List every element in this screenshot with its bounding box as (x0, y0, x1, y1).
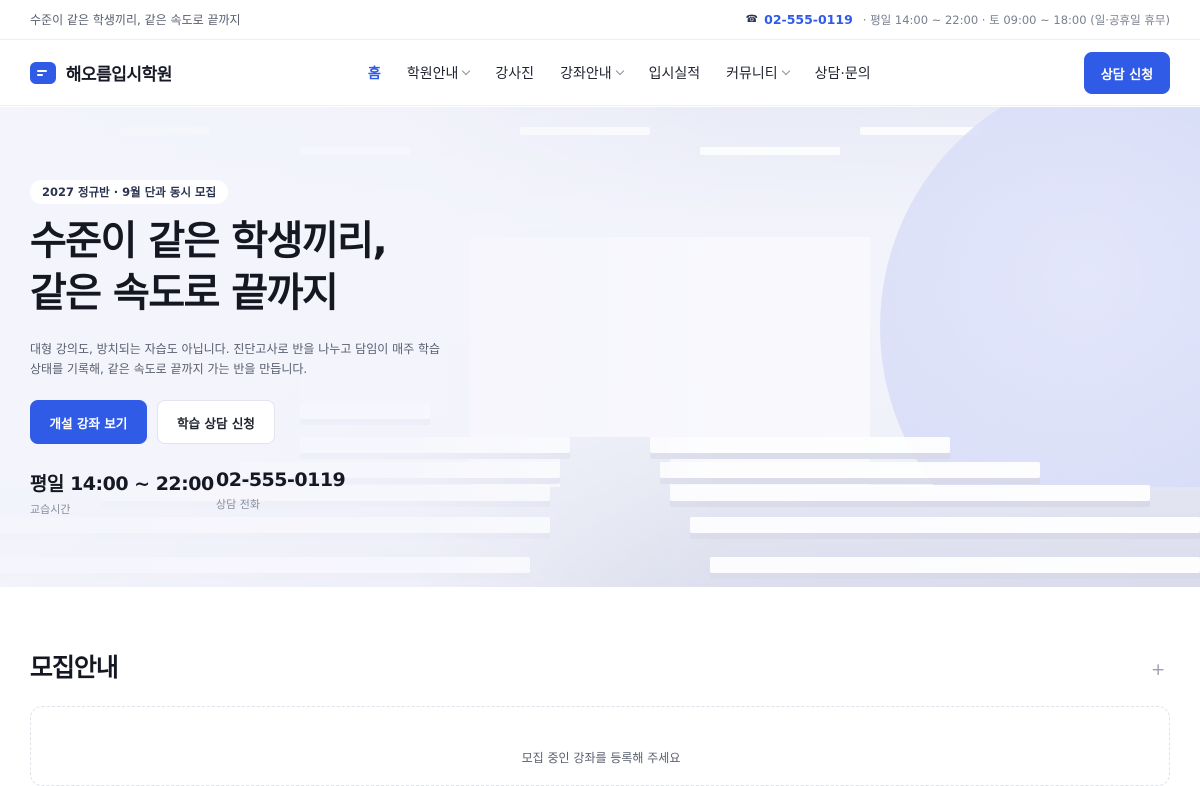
nav-item-instructors[interactable]: 강사진 (495, 63, 534, 83)
top-tagline: 수준이 같은 학생끼리, 같은 속도로 끝까지 (30, 13, 241, 27)
nav-label: 입시실적 (648, 65, 701, 82)
stat-value[interactable]: 02-555-0119 (216, 469, 346, 491)
site-header: 해오름입시학원 홈 학원안내 강사진 강좌안내 입시실적 커뮤니티 상담·문의 … (0, 40, 1200, 106)
stat-consult-phone: 02-555-0119 상담 전화 (216, 469, 346, 512)
chevron-down-icon (462, 66, 471, 76)
top-utility-bar: 수준이 같은 학생끼리, 같은 속도로 끝까지 ☎ 02-555-0119 · … (0, 0, 1200, 40)
chevron-down-icon (781, 66, 790, 76)
nav-item-contact[interactable]: 상담·문의 (815, 63, 871, 83)
stat-value: 평일 14:00 ~ 22:00 (30, 473, 214, 495)
recruit-card-text: 모집 중인 강좌를 등록해 주세요 (521, 751, 681, 765)
logo-text: 해오름입시학원 (66, 65, 172, 85)
study-consult-button[interactable]: 학습 상담 신청 (157, 400, 275, 444)
top-phone-number[interactable]: 02-555-0119 (764, 12, 853, 27)
phone-icon: ☎ (745, 14, 759, 25)
plus-icon[interactable]: + (1151, 660, 1165, 680)
nav-item-community[interactable]: 커뮤니티 (726, 63, 790, 83)
nav-label: 커뮤니티 (726, 65, 778, 82)
menu-logo-icon (30, 61, 56, 84)
hero-description-line: 대형 강의도, 방치되는 자습도 아닙니다. 진단고사로 반을 나누고 담임이 … (30, 342, 441, 356)
nav-item-home[interactable]: 홈 (368, 63, 381, 83)
stat-label: 교습시간 (30, 503, 71, 516)
nav-label: 홈 (368, 65, 381, 82)
stat-teaching-hours: 평일 14:00 ~ 22:00 교습시간 (30, 469, 214, 517)
hero-section: 2027 정규반 · 9월 단과 동시 모집 수준이 같은 학생끼리, 같은 속… (0, 107, 1200, 587)
nav-item-courses[interactable]: 강좌안내 (560, 63, 624, 83)
top-contact-info: ☎ 02-555-0119 · 평일 14:00 ~ 22:00 · 토 09:… (746, 12, 1170, 28)
hero-headline: 수준이 같은 학생끼리, 같은 속도로 끝까지 (30, 215, 388, 319)
recruit-badge: 2027 정규반 · 9월 단과 동시 모집 (30, 180, 229, 204)
chevron-down-icon (615, 66, 624, 76)
nav-label: 강좌안내 (560, 65, 612, 82)
main-nav: 홈 학원안내 강사진 강좌안내 입시실적 커뮤니티 상담·문의 (368, 63, 871, 83)
recruit-section-title: 모집안내 (30, 653, 119, 682)
top-business-hours: · 평일 14:00 ~ 22:00 · 토 09:00 ~ 18:00 (일·… (862, 12, 1170, 27)
hero-description-line: 상태를 기록해, 같은 속도로 끝까지 가는 반을 만듭니다. (30, 362, 308, 376)
stat-label: 상담 전화 (216, 498, 260, 511)
nav-label: 강사진 (495, 65, 535, 82)
hero-headline-line: 같은 속도로 끝까지 (30, 270, 339, 316)
nav-item-about[interactable]: 학원안내 (406, 63, 471, 83)
recruit-card: 모집 중인 강좌를 등록해 주세요 (30, 706, 1170, 786)
hero-description: 대형 강의도, 방치되는 자습도 아닙니다. 진단고사로 반을 나누고 담임이 … (30, 339, 470, 379)
view-courses-button[interactable]: 개설 강좌 보기 (30, 400, 147, 444)
logo[interactable]: 해오름입시학원 (30, 60, 330, 85)
nav-item-results[interactable]: 입시실적 (649, 63, 701, 83)
nav-label: 학원안내 (406, 65, 459, 82)
consult-request-button[interactable]: 상담 신청 (1084, 52, 1170, 94)
nav-label: 상담·문의 (814, 65, 871, 82)
hero-headline-line: 수준이 같은 학생끼리, (30, 218, 388, 264)
